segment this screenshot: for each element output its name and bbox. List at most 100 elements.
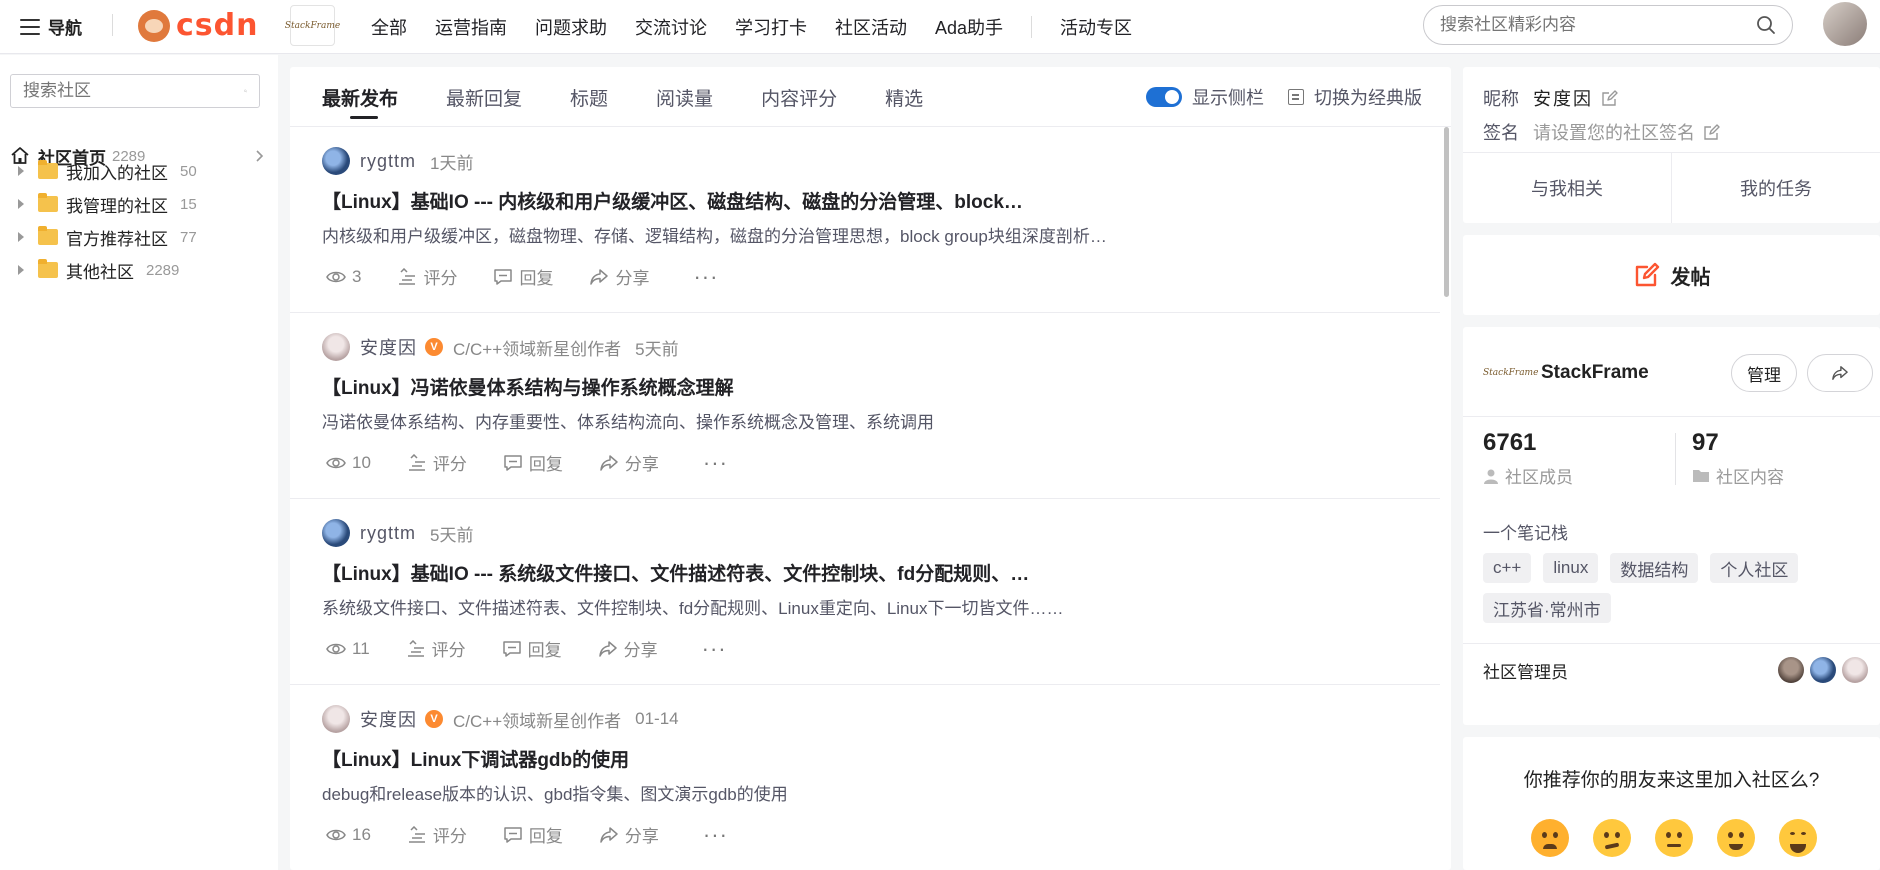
menu-item-ada[interactable]: Ada助手 <box>935 14 1003 40</box>
verified-badge-icon: V <box>425 338 443 356</box>
post-time: 5天前 <box>430 525 474 545</box>
write-post-icon <box>1635 262 1659 287</box>
new-post-button[interactable]: 发帖 <box>1463 235 1880 315</box>
menu-item-checkin[interactable]: 学习打卡 <box>735 14 807 40</box>
classic-view-link[interactable]: 切换为经典版 <box>1314 84 1422 110</box>
manage-button[interactable]: 管理 <box>1731 354 1797 392</box>
share-button[interactable]: 分享 <box>599 822 659 847</box>
post-title[interactable]: 【Linux】Linux下调试器gdb的使用 <box>322 745 1402 772</box>
sidebar-item-managed[interactable]: 我管理的社区 15 <box>18 192 268 216</box>
tag[interactable]: 个人社区 <box>1710 553 1799 583</box>
more-icon[interactable]: ··· <box>703 451 728 473</box>
laughing-face-icon[interactable] <box>1779 819 1817 857</box>
admin-avatars <box>1778 657 1868 683</box>
angry-face-icon[interactable] <box>1531 819 1569 857</box>
post-desc[interactable]: debug和release版本的认识、gbd指令集、图文演示gdb的使用 <box>322 780 1402 805</box>
more-icon[interactable]: ··· <box>702 637 727 659</box>
menu-item-guide[interactable]: 运营指南 <box>435 14 507 40</box>
share-community-button[interactable] <box>1807 354 1873 392</box>
rate-button[interactable]: 评分 <box>407 822 467 847</box>
tab-my-tasks[interactable]: 我的任务 <box>1672 153 1880 223</box>
edit-icon[interactable] <box>1601 89 1618 107</box>
confused-face-icon[interactable] <box>1593 819 1631 857</box>
more-icon[interactable]: ··· <box>703 823 728 845</box>
community-name[interactable]: StackFrame <box>1541 362 1649 384</box>
community-logo[interactable]: StackFrame <box>1483 360 1538 386</box>
more-icon[interactable]: ··· <box>693 265 718 287</box>
tab-latest[interactable]: 最新发布 <box>322 67 398 127</box>
author-avatar[interactable] <box>322 705 350 733</box>
reply-button[interactable]: 回复 <box>503 822 563 847</box>
menu-item-activity[interactable]: 社区活动 <box>835 14 907 40</box>
share-button[interactable]: 分享 <box>589 264 649 289</box>
caret-right-icon[interactable] <box>18 232 24 242</box>
menu-item-discussion[interactable]: 交流讨论 <box>635 14 707 40</box>
post-title[interactable]: 【Linux】冯诺依曼体系结构与操作系统概念理解 <box>322 373 1402 400</box>
share-label: 分享 <box>624 827 659 846</box>
post-item: rygttm 1天前 【Linux】基础IO --- 内核级和用户级缓冲区、磁盘… <box>290 127 1440 313</box>
comment-icon <box>504 454 522 471</box>
smile-face-icon[interactable] <box>1717 819 1755 857</box>
share-button[interactable]: 分享 <box>599 450 659 475</box>
tag[interactable]: 数据结构 <box>1610 553 1699 583</box>
top-search-box <box>1423 5 1793 45</box>
author-avatar[interactable] <box>322 333 350 361</box>
caret-right-icon[interactable] <box>18 199 24 209</box>
share-button[interactable]: 分享 <box>598 636 658 661</box>
rate-button[interactable]: 评分 <box>406 636 466 661</box>
tab-featured[interactable]: 精选 <box>885 67 923 127</box>
csdn-logo[interactable]: csdn <box>138 8 258 43</box>
post-desc[interactable]: 冯诺依曼体系结构、内存重要性、体系结构流向、操作系统概念及管理、系统调用 <box>322 408 1402 433</box>
author-avatar[interactable] <box>322 519 350 547</box>
admin-avatar[interactable] <box>1810 657 1836 683</box>
tab-score[interactable]: 内容评分 <box>761 67 837 127</box>
post-desc[interactable]: 系统级文件接口、文件描述符表、文件控制块、fd分配规则、Linux重定向、Lin… <box>322 594 1402 619</box>
top-search-input[interactable] <box>1440 15 1756 35</box>
nav-menu-button[interactable]: 导航 <box>20 14 82 39</box>
sidebar-item-recommended[interactable]: 官方推荐社区 77 <box>18 225 268 249</box>
post-title[interactable]: 【Linux】基础IO --- 系统级文件接口、文件描述符表、文件控制块、fd分… <box>322 559 1402 586</box>
search-icon[interactable] <box>244 83 247 99</box>
classic-view-icon[interactable] <box>1288 89 1304 105</box>
profile-card: 昵称 安度因 签名 请设置您的社区签名 与我相关 我的任务 <box>1463 67 1880 223</box>
author-name[interactable]: 安度因 <box>360 334 417 360</box>
post-title[interactable]: 【Linux】基础IO --- 内核级和用户级缓冲区、磁盘结构、磁盘的分治管理、… <box>322 187 1402 214</box>
caret-right-icon[interactable] <box>18 265 24 275</box>
neutral-face-icon[interactable] <box>1655 819 1693 857</box>
community-search-input[interactable] <box>23 81 244 101</box>
author-name[interactable]: 安度因 <box>360 706 417 732</box>
rate-button[interactable]: 评分 <box>397 264 457 289</box>
tag[interactable]: linux <box>1543 553 1599 583</box>
tag[interactable]: 江苏省·常州市 <box>1483 593 1611 623</box>
reply-button[interactable]: 回复 <box>503 450 563 475</box>
admin-avatar[interactable] <box>1842 657 1868 683</box>
user-avatar[interactable] <box>1823 2 1867 46</box>
author-name[interactable]: rygttm <box>360 523 416 544</box>
reply-label: 回复 <box>527 641 562 660</box>
reply-button[interactable]: 回复 <box>502 636 562 661</box>
edit-icon[interactable] <box>1703 123 1720 141</box>
reply-button[interactable]: 回复 <box>493 264 553 289</box>
nickname-row: 昵称 安度因 <box>1483 85 1618 111</box>
menu-item-help[interactable]: 问题求助 <box>535 14 607 40</box>
sidebar-item-joined[interactable]: 我加入的社区 50 <box>18 159 268 183</box>
author-avatar[interactable] <box>322 147 350 175</box>
menu-item-special[interactable]: 活动专区 <box>1060 14 1132 40</box>
tab-title[interactable]: 标题 <box>570 67 608 127</box>
caret-right-icon[interactable] <box>18 166 24 176</box>
scrollbar[interactable] <box>1444 127 1449 297</box>
tab-related-to-me[interactable]: 与我相关 <box>1463 153 1672 223</box>
search-icon[interactable] <box>1756 15 1776 35</box>
admin-avatar[interactable] <box>1778 657 1804 683</box>
post-desc[interactable]: 内核级和用户级缓冲区，磁盘物理、存储、逻辑结构，磁盘的分治管理思想，block … <box>322 222 1402 247</box>
author-name[interactable]: rygttm <box>360 151 416 172</box>
tab-views[interactable]: 阅读量 <box>656 67 713 127</box>
tab-latest-reply[interactable]: 最新回复 <box>446 67 522 127</box>
tag[interactable]: c++ <box>1483 553 1532 583</box>
rating-emojis <box>1531 819 1817 857</box>
rate-button[interactable]: 评分 <box>407 450 467 475</box>
community-logo[interactable]: StackFrame <box>285 5 340 46</box>
sidebar-toggle[interactable] <box>1146 87 1182 107</box>
sidebar-item-other[interactable]: 其他社区 2289 <box>18 258 268 282</box>
menu-item-all[interactable]: 全部 <box>371 14 407 40</box>
